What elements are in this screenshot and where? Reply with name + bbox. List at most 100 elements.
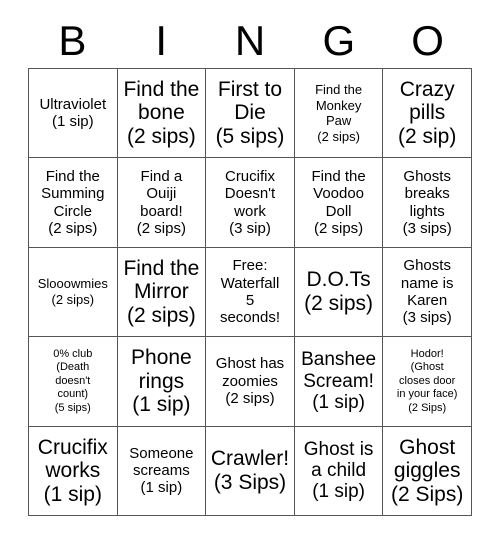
bingo-cell-i4[interactable]: Phone rings (1 sip)	[117, 337, 207, 427]
bingo-cell-line: (3 sips)	[402, 219, 452, 237]
bingo-cell-line: Waterfall	[220, 274, 280, 292]
bingo-cell-line: in your face)	[396, 388, 458, 401]
bingo-cell-line: closes door	[399, 374, 456, 387]
bingo-cell-o2[interactable]: Ghosts breaks lights (3 sips)	[383, 158, 472, 248]
bingo-cell-line: Scream!	[303, 370, 374, 392]
bingo-cell-line: Ghosts	[403, 167, 451, 185]
bingo-cell-b2[interactable]: Find the Summing Circle (2 sips)	[29, 158, 118, 248]
bingo-cell-line: (3 sips)	[402, 309, 452, 327]
bingo-cell-line: Ghost	[399, 435, 456, 459]
bingo-cell-b4[interactable]: 0% club (Death doesn't count) (5 sips)	[29, 337, 118, 427]
bingo-cell-b5[interactable]: Crucifix works (1 sip)	[29, 426, 118, 516]
bingo-header-letter-b: B	[58, 17, 87, 64]
bingo-cell-line: (2 Sips)	[408, 401, 447, 414]
bingo-cell-line: rings	[138, 369, 185, 393]
bingo-cell-line: Find a	[140, 167, 183, 185]
bingo-cell-g5[interactable]: Ghost is a child (1 sip)	[294, 426, 384, 516]
bingo-cell-o3[interactable]: Ghosts name is Karen (3 sips)	[383, 247, 472, 338]
bingo-cell-line: works	[45, 459, 101, 483]
bingo-cell-line: (1 sip)	[51, 113, 94, 131]
bingo-cell-line: Paw	[325, 113, 352, 129]
bingo-cell-line: Banshee	[301, 349, 377, 371]
bingo-cell-line: count)	[57, 388, 89, 401]
bingo-cell-line: seconds!	[219, 309, 281, 327]
bingo-cell-line: (2 sips)	[48, 219, 98, 237]
bingo-cell-line: Phone	[131, 346, 192, 370]
bingo-cell-n4[interactable]: Ghost has zoomies (2 sips)	[206, 337, 295, 427]
bingo-cell-line: a child	[311, 460, 367, 482]
bingo-cell-line: Find the	[45, 167, 100, 185]
bingo-cell-n1[interactable]: First to Die (5 sips)	[206, 69, 295, 159]
bingo-cell-i2[interactable]: Find a Ouiji board! (2 sips)	[117, 158, 207, 248]
bingo-cell-line: Someone	[129, 444, 194, 462]
bingo-cell-line: Summing	[41, 185, 105, 203]
bingo-cell-b3[interactable]: Slooowmies (2 sips)	[29, 247, 118, 338]
bingo-cell-line: Doll	[325, 202, 352, 220]
bingo-cell-line: Find the	[123, 77, 200, 101]
bingo-cell-line: Find the	[123, 256, 200, 280]
bingo-cell-line: (5 sips)	[54, 401, 91, 414]
bingo-cell-i5[interactable]: Someone screams (1 sip)	[117, 426, 207, 516]
bingo-cell-o4[interactable]: Hodor! (Ghost closes door in your face) (2 S…	[383, 337, 472, 427]
bingo-cell-line: (2 Sips)	[391, 482, 464, 506]
bingo-cell-line: Find the	[311, 167, 366, 185]
bingo-cell-line: breaks	[404, 185, 450, 203]
bingo-cell-line: Die	[234, 101, 266, 125]
bingo-card: BINGO Ultraviolet (1 sip) Find the bone (2 s…	[0, 0, 500, 544]
bingo-cell-g3[interactable]: D.O.Ts (2 sips)	[294, 247, 384, 338]
bingo-cell-line: (3 sip)	[229, 219, 271, 237]
bingo-cell-line: 0% club	[53, 347, 93, 360]
bingo-cell-line: doesn't	[55, 374, 91, 387]
bingo-header-letter-o: O	[411, 17, 444, 64]
bingo-cell-o5[interactable]: Ghost giggles (2 Sips)	[383, 426, 472, 516]
bingo-cell-o1[interactable]: Crazy pills (2 sip)	[383, 69, 472, 159]
bingo-cell-i1[interactable]: Find the bone (2 sips)	[117, 69, 207, 159]
bingo-cell-line: (5 sips)	[215, 124, 285, 148]
bingo-cell-line: (1 sip)	[43, 482, 102, 506]
bingo-cell-line: screams	[133, 462, 190, 480]
bingo-cell-n2[interactable]: Crucifix Doesn't work (3 sip)	[206, 158, 295, 248]
bingo-cell-n3[interactable]: Free: Waterfall 5 seconds!	[206, 247, 295, 338]
bingo-cell-line: Voodoo	[313, 185, 365, 203]
bingo-cell-g2[interactable]: Find the Voodoo Doll (2 sips)	[294, 158, 384, 248]
bingo-cell-line: Crazy	[399, 77, 455, 101]
bingo-cell-line: (2 sips)	[126, 124, 196, 148]
bingo-cell-g4[interactable]: Banshee Scream! (1 sip)	[294, 337, 384, 427]
bingo-cell-line: Ghosts	[403, 257, 451, 275]
bingo-cell-i3[interactable]: Find the Mirror (2 sips)	[117, 247, 207, 338]
bingo-grid: Ultraviolet (1 sip) Find the bone (2 sips) Fi…	[28, 68, 472, 516]
bingo-cell-n5[interactable]: Crawler! (3 Sips)	[206, 426, 295, 516]
bingo-cell-line: Free:	[232, 257, 268, 275]
bingo-cell-line: name is	[400, 274, 454, 292]
bingo-cell-line: (1 sip)	[140, 479, 183, 497]
bingo-cell-line: work	[234, 202, 266, 220]
bingo-header-letter-n: N	[234, 17, 266, 64]
bingo-cell-g1[interactable]: Find the Monkey Paw (2 sips)	[294, 69, 384, 159]
bingo-cell-line: Ghost has	[215, 355, 285, 373]
bingo-cell-line: Ghost is	[303, 438, 374, 460]
bingo-cell-line: (2 sips)	[225, 390, 275, 408]
bingo-cell-line: Doesn't	[224, 185, 276, 203]
bingo-cell-line: lights	[409, 202, 445, 220]
bingo-cell-line: (2 sips)	[126, 303, 196, 327]
bingo-cell-line: (2 sip)	[398, 124, 457, 148]
bingo-cell-line: bone	[138, 101, 185, 125]
bingo-cell-line: Crawler!	[210, 447, 290, 471]
bingo-cell-line: Crucifix	[37, 435, 108, 459]
bingo-cell-line: Hodor!	[410, 347, 444, 360]
bingo-cell-line: (3 Sips)	[213, 470, 287, 494]
bingo-cell-line: Karen	[407, 291, 448, 309]
bingo-cell-line: First to	[217, 77, 283, 101]
bingo-cell-line: Monkey	[315, 97, 362, 113]
bingo-cell-line: pills	[409, 101, 446, 125]
bingo-cell-line: Crucifix	[224, 167, 275, 185]
bingo-header-letter-i: I	[155, 17, 168, 64]
bingo-cell-line: Ouiji	[146, 185, 177, 203]
bingo-cell-line: zoomies	[222, 372, 278, 390]
bingo-cell-line: (2 sips)	[51, 291, 95, 307]
bingo-cell-line: (Ghost	[410, 361, 444, 374]
bingo-cell-line: 5	[245, 291, 255, 309]
bingo-cell-line: Find the	[315, 82, 363, 97]
bingo-cell-line: (Death	[56, 361, 90, 374]
bingo-cell-b1[interactable]: Ultraviolet (1 sip)	[29, 69, 118, 159]
